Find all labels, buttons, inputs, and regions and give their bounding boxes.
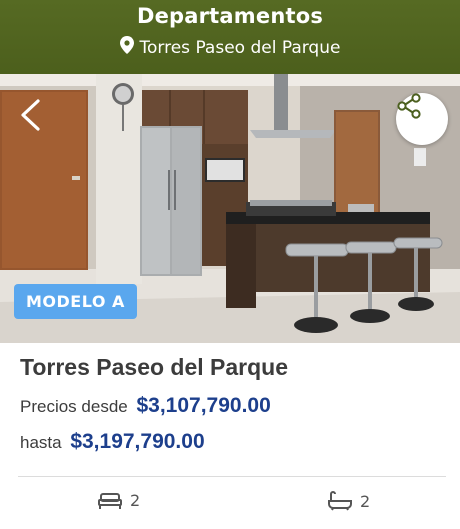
divider [18, 476, 446, 477]
app-header: Departamentos Torres Paseo del Parque [0, 0, 460, 74]
listing-photo[interactable]: MODELO A [0, 74, 460, 343]
map-pin-icon [119, 36, 134, 59]
chevron-left-icon [21, 99, 40, 131]
price-from-label: Precios desde [20, 397, 128, 416]
price-to-row: hasta $3,197,790.00 [20, 430, 205, 454]
price-to-value: $3,197,790.00 [70, 430, 205, 453]
bathtub-icon [328, 491, 352, 511]
location-label: Torres Paseo del Parque [139, 37, 341, 58]
model-badge: MODELO A [14, 284, 137, 319]
previous-photo-button[interactable] [16, 98, 44, 132]
location-row: Torres Paseo del Parque [0, 36, 460, 59]
bed-icon [98, 492, 122, 509]
bathrooms-feature: 2 [328, 491, 370, 511]
price-from-value: $3,107,790.00 [136, 394, 271, 417]
price-from-row: Precios desde $3,107,790.00 [20, 394, 271, 418]
bathrooms-count: 2 [360, 491, 371, 511]
bedrooms-feature: 2 [98, 491, 140, 510]
share-icon [397, 93, 421, 119]
price-to-label: hasta [20, 433, 62, 452]
bedrooms-count: 2 [130, 491, 141, 510]
page-title: Departamentos [136, 4, 324, 28]
share-button[interactable] [396, 93, 448, 145]
listing-name[interactable]: Torres Paseo del Parque [20, 354, 288, 381]
